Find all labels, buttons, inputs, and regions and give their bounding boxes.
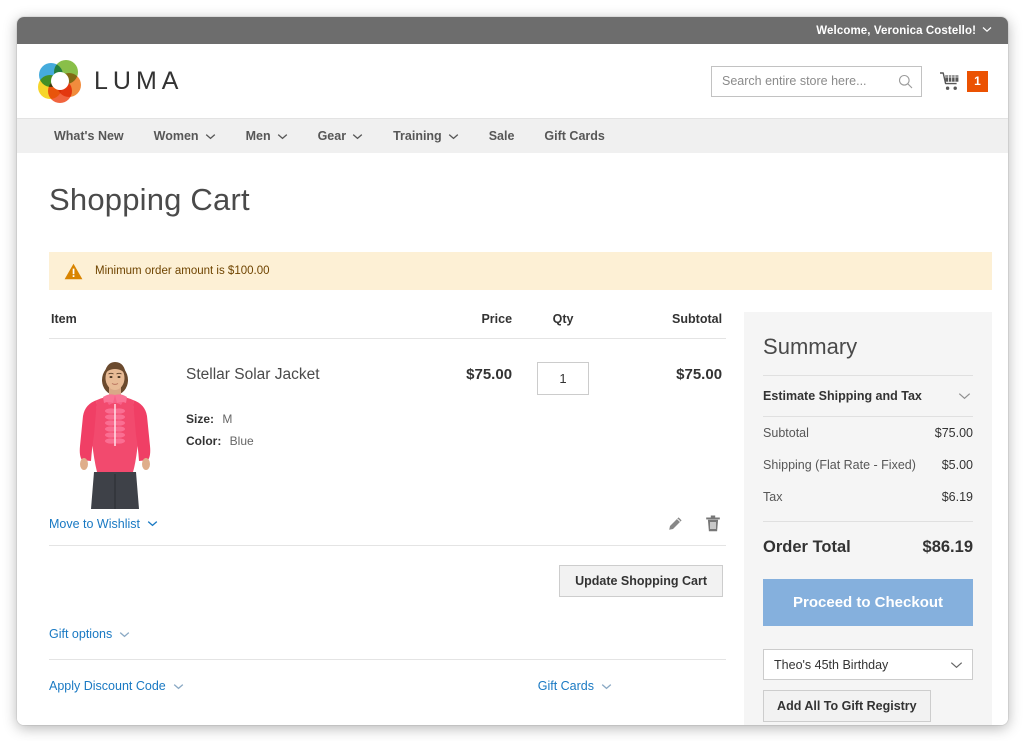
chevron-down-icon xyxy=(982,26,992,33)
chevron-down-icon xyxy=(601,683,612,690)
update-shopping-cart-button[interactable]: Update Shopping Cart xyxy=(559,565,724,597)
delete-icon[interactable] xyxy=(705,515,721,532)
summary-line-amount: $6.19 xyxy=(941,490,973,504)
chevron-down-icon xyxy=(448,133,459,140)
main-nav: What's New Women Men Gear Training Sale … xyxy=(17,118,1008,153)
estimate-label: Estimate Shipping and Tax xyxy=(763,389,922,403)
summary-line-amount: $75.00 xyxy=(934,426,973,440)
edit-icon[interactable] xyxy=(667,516,683,532)
warning-icon xyxy=(64,263,83,280)
product-name[interactable]: Stellar Solar Jacket xyxy=(186,366,390,384)
top-bar: Welcome, Veronica Costello! xyxy=(17,17,1008,44)
column-header-price: Price xyxy=(481,312,513,326)
estimate-shipping-and-tax-toggle[interactable]: Estimate Shipping and Tax xyxy=(763,376,973,417)
order-total-label: Order Total xyxy=(763,538,851,556)
search-box[interactable] xyxy=(711,65,922,97)
summary-line-tax: Tax $6.19 xyxy=(763,481,973,513)
chevron-down-icon xyxy=(950,661,963,669)
cart-table: Item Price Qty Subtotal Stellar Solar Ja… xyxy=(49,312,727,725)
option-value-color: Blue xyxy=(229,434,254,448)
nav-item-women[interactable]: Women xyxy=(139,119,231,153)
column-header-qty: Qty xyxy=(552,312,574,326)
nav-label: Sale xyxy=(488,129,515,143)
warning-text: Minimum order amount is $100.00 xyxy=(95,265,270,277)
chevron-down-icon xyxy=(958,392,971,400)
summary-line-shipping: Shipping (Flat Rate - Fixed) $5.00 xyxy=(763,449,973,481)
logo[interactable]: LUMA xyxy=(38,60,184,103)
cart-count-badge: 1 xyxy=(967,70,988,92)
product-options: Size: M Color: Blue xyxy=(186,408,390,452)
nav-label: Men xyxy=(245,129,271,143)
browser-window: Welcome, Veronica Costello! LUMA Search … xyxy=(17,17,1008,725)
luma-logo-icon xyxy=(38,60,81,103)
option-label-size: Size: xyxy=(186,412,215,426)
nav-label: Training xyxy=(393,129,442,143)
nav-label: Gift Cards xyxy=(544,129,605,143)
qty-input[interactable] xyxy=(537,362,590,395)
nav-item-gear[interactable]: Gear xyxy=(303,119,379,153)
nav-item-gift-cards[interactable]: Gift Cards xyxy=(529,119,619,153)
search-icon[interactable] xyxy=(898,74,913,89)
nav-item-sale[interactable]: Sale xyxy=(474,119,530,153)
summary-line-label: Tax xyxy=(763,490,783,504)
apply-discount-code-link[interactable]: Apply Discount Code xyxy=(49,679,184,693)
move-to-wishlist-label: Move to Wishlist xyxy=(49,516,140,531)
gift-options-label: Gift options xyxy=(49,627,113,641)
welcome-label: Welcome, Veronica Costello! xyxy=(816,24,976,37)
column-header-item: Item xyxy=(51,312,77,326)
page-title: Shopping Cart xyxy=(49,182,250,217)
row-actions: Move to Wishlist xyxy=(49,515,727,546)
chevron-down-icon xyxy=(352,133,363,140)
gift-cards-link[interactable]: Gift Cards xyxy=(538,679,612,693)
warning-message: Minimum order amount is $100.00 xyxy=(49,252,992,290)
gift-cards-label: Gift Cards xyxy=(537,679,594,693)
column-header-subtotal: Subtotal xyxy=(672,312,723,326)
move-to-wishlist-link[interactable]: Move to Wishlist xyxy=(49,517,158,531)
product-subtotal: $75.00 xyxy=(676,366,723,383)
summary-line-label: Shipping (Flat Rate - Fixed) xyxy=(763,458,916,472)
product-thumbnail[interactable] xyxy=(49,356,182,509)
chevron-down-icon xyxy=(205,133,216,140)
page-body: Shopping Cart Minimum order amount is $1… xyxy=(17,153,1008,725)
add-all-to-gift-registry-button[interactable]: Add All To Gift Registry xyxy=(763,690,931,722)
order-total: Order Total $86.19 xyxy=(763,521,973,557)
summary-line-label: Subtotal xyxy=(763,426,809,440)
proceed-to-checkout-button[interactable]: Proceed to Checkout xyxy=(763,579,973,626)
chevron-down-icon xyxy=(277,133,288,140)
table-row: Stellar Solar Jacket Size: M Color: Blue xyxy=(49,339,726,509)
summary-title: Summary xyxy=(763,334,858,359)
gift-options-link[interactable]: Gift options xyxy=(49,627,130,641)
nav-item-whats-new[interactable]: What's New xyxy=(38,119,139,153)
product-price: $75.00 xyxy=(466,366,513,383)
welcome-menu[interactable]: Welcome, Veronica Costello! xyxy=(816,25,992,37)
summary-line-amount: $5.00 xyxy=(941,458,973,472)
apply-discount-code-label: Apply Discount Code xyxy=(49,679,166,693)
chevron-down-icon xyxy=(147,520,158,527)
cart-table-header: Item Price Qty Subtotal xyxy=(49,312,727,339)
nav-label: Gear xyxy=(317,129,347,143)
order-summary: Summary Estimate Shipping and Tax Subtot… xyxy=(744,312,992,725)
option-label-color: Color: xyxy=(186,434,222,448)
order-total-amount: $86.19 xyxy=(922,538,973,556)
chevron-down-icon xyxy=(173,683,184,690)
nav-item-men[interactable]: Men xyxy=(231,119,303,153)
logo-text: LUMA xyxy=(94,66,184,95)
option-value-size: M xyxy=(222,412,233,426)
mini-cart[interactable]: 1 xyxy=(939,70,988,92)
summary-line-subtotal: Subtotal $75.00 xyxy=(763,417,973,449)
nav-label: What's New xyxy=(54,129,124,143)
cart-icon[interactable] xyxy=(939,71,963,92)
cart-bottom-links: Apply Discount Code Gift Cards xyxy=(49,660,726,693)
gift-registry-selected-value: Theo's 45th Birthday xyxy=(774,657,889,672)
chevron-down-icon xyxy=(119,631,130,638)
nav-label: Women xyxy=(153,129,199,143)
search-input[interactable] xyxy=(722,74,898,88)
gift-options-section: Gift options xyxy=(49,597,727,660)
gift-registry-select[interactable]: Theo's 45th Birthday xyxy=(763,649,973,680)
nav-item-training[interactable]: Training xyxy=(378,119,474,153)
site-header: LUMA Search entire store here... 1 xyxy=(17,44,1008,118)
